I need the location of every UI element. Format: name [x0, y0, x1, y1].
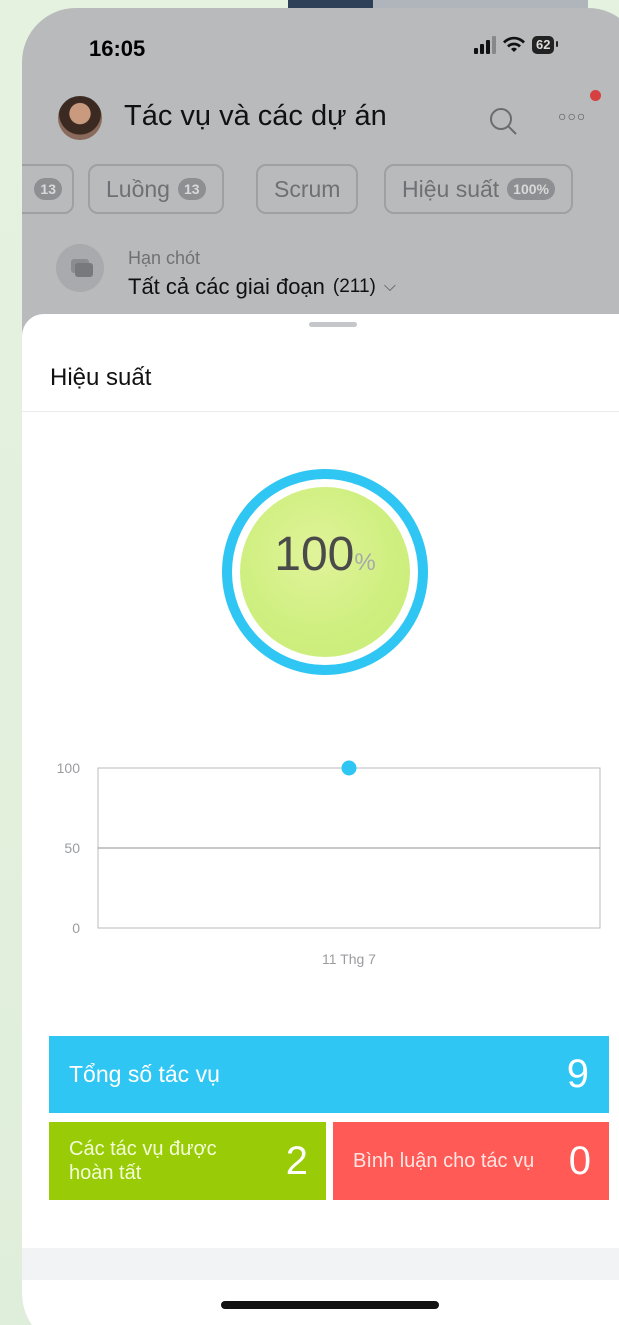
- tab-label: Scrum: [274, 175, 341, 202]
- stack-icon: [56, 244, 104, 292]
- tab-scrum[interactable]: Scrum: [256, 164, 359, 214]
- footer-band: [22, 1248, 619, 1280]
- tab-count: 100%: [507, 178, 555, 200]
- tab-label: Luồng: [106, 175, 170, 202]
- y-tick-label: 100: [57, 760, 81, 776]
- deadline-label: Hạn chót: [128, 248, 201, 268]
- score-value: 100%: [232, 527, 418, 582]
- tab-count: 13: [34, 178, 62, 200]
- score-unit: %: [354, 549, 376, 576]
- wifi-icon: [503, 36, 525, 52]
- score-number: 100: [274, 528, 355, 581]
- total-tasks-label: Tổng số tác vụ: [69, 1061, 220, 1087]
- tab-flow[interactable]: Luồng 13: [88, 164, 224, 214]
- tab-previous[interactable]: 13: [22, 164, 74, 214]
- sheet-grabber[interactable]: [309, 322, 357, 327]
- performance-sheet: Hiệu suất 100% 100 50 0 11 Thg 7 Tổng số tá…: [22, 314, 619, 1325]
- status-time: 16:05: [89, 36, 146, 61]
- more-icon[interactable]: ○○○: [558, 108, 586, 124]
- tab-count: 13: [177, 178, 206, 200]
- phone-screen: 16:05 62 Tác vụ và các dự án ○○○ 13 Luồn…: [22, 8, 619, 1325]
- notification-dot: [590, 90, 601, 101]
- task-comments-value: 0: [568, 1138, 591, 1183]
- y-tick-label: 50: [64, 840, 80, 856]
- task-comments-label: Bình luận cho tác vụ: [353, 1150, 535, 1172]
- avatar[interactable]: [58, 96, 102, 140]
- completed-tasks-label: Các tác vụ được hoàn tất: [69, 1138, 217, 1184]
- task-comments-card[interactable]: Bình luận cho tác vụ 0: [333, 1122, 609, 1200]
- chevron-down-icon: ⌵: [383, 278, 396, 295]
- tab-label: Hiệu suất: [402, 175, 500, 202]
- home-indicator[interactable]: [221, 1301, 439, 1309]
- y-tick-label: 0: [72, 920, 80, 936]
- sheet-title: Hiệu suất: [50, 364, 152, 391]
- data-point: [341, 760, 357, 776]
- score-ring: 100%: [222, 469, 428, 675]
- signal-icon: [474, 36, 496, 54]
- total-tasks-card[interactable]: Tổng số tác vụ 9: [49, 1036, 609, 1113]
- battery-icon: 62: [532, 36, 560, 54]
- stage-dropdown[interactable]: Tất cả các giai đoạn (211) ⌵: [128, 274, 396, 300]
- total-tasks-value: 9: [566, 1052, 589, 1096]
- stage-count: (211): [332, 276, 376, 297]
- completed-tasks-card[interactable]: Các tác vụ được hoàn tất 2: [49, 1122, 326, 1200]
- x-tick-label: 11 Thg 7: [322, 951, 376, 967]
- tab-performance[interactable]: Hiệu suất 100%: [384, 164, 573, 214]
- completed-tasks-value: 2: [285, 1138, 308, 1183]
- stage-label: Tất cả các giai đoạn: [128, 274, 325, 299]
- page-title: Tác vụ và các dự án: [124, 100, 387, 132]
- performance-chart: 100 50 0 11 Thg 7: [57, 760, 601, 967]
- divider: [22, 411, 619, 412]
- status-icons: 62: [474, 36, 560, 54]
- search-icon[interactable]: [488, 106, 518, 136]
